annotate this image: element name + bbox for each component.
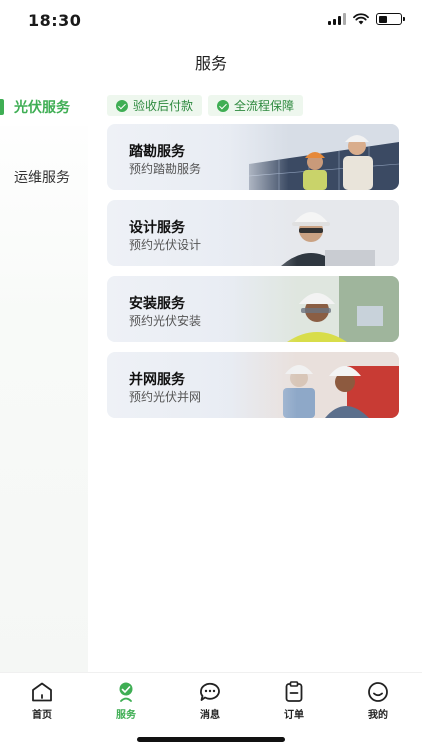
service-card-design[interactable]: 设计服务 预约光伏设计 bbox=[107, 200, 399, 266]
sidebar-item-label: 光伏服务 bbox=[14, 100, 70, 116]
tab-label: 消息 bbox=[200, 710, 220, 721]
card-title: 安装服务 bbox=[129, 296, 185, 312]
card-subtitle: 预约光伏安装 bbox=[129, 314, 202, 328]
category-sidebar: 光伏服务 运维服务 bbox=[0, 88, 88, 672]
tab-profile[interactable]: 我的 bbox=[348, 681, 408, 721]
card-title: 踏勘服务 bbox=[129, 144, 185, 160]
service-icon bbox=[119, 682, 133, 702]
service-card-installation[interactable]: 安装服务 预约光伏安装 bbox=[107, 276, 399, 342]
installer-safety-glasses-photo bbox=[229, 276, 399, 342]
sidebar-item-label: 运维服务 bbox=[14, 170, 70, 186]
cellular-signal-icon bbox=[328, 13, 346, 25]
battery-level bbox=[378, 15, 387, 23]
sidebar-item-pv-service[interactable]: 光伏服务 bbox=[0, 88, 88, 126]
tab-label: 我的 bbox=[368, 710, 388, 721]
check-circle-icon bbox=[116, 99, 128, 112]
grid-technicians-photo bbox=[229, 352, 399, 418]
engineers-solar-panels-photo bbox=[229, 124, 399, 190]
home-indicator bbox=[137, 737, 285, 742]
service-card-survey[interactable]: 踏勘服务 预约踏勘服务 bbox=[107, 124, 399, 190]
status-icons bbox=[328, 13, 405, 25]
order-icon bbox=[285, 681, 303, 702]
sidebar-item-om-service[interactable]: 运维服务 bbox=[0, 158, 88, 196]
tab-service[interactable]: 服务 bbox=[96, 681, 156, 721]
tab-home[interactable]: 首页 bbox=[12, 681, 72, 721]
card-subtitle: 预约踏勘服务 bbox=[129, 162, 202, 176]
home-icon bbox=[32, 682, 52, 702]
card-title: 并网服务 bbox=[129, 372, 185, 388]
service-card-list: 踏勘服务 预约踏勘服务 设计服务 预约光伏设计 安装服务 预约光伏安装 并网服务… bbox=[107, 124, 399, 428]
guarantee-badges: 验收后付款 全流程保障 bbox=[107, 95, 304, 116]
status-time: 18:30 bbox=[28, 11, 82, 30]
tab-orders[interactable]: 订单 bbox=[264, 681, 324, 721]
wifi-icon bbox=[353, 13, 369, 25]
badge-label: 验收后付款 bbox=[133, 99, 194, 113]
engineer-hardhat-laptop-photo bbox=[229, 200, 399, 266]
card-subtitle: 预约光伏并网 bbox=[129, 390, 202, 404]
tab-label: 服务 bbox=[116, 710, 136, 721]
status-bar: 18:30 bbox=[0, 0, 422, 44]
tab-messages[interactable]: 消息 bbox=[180, 681, 240, 721]
service-card-grid-connection[interactable]: 并网服务 预约光伏并网 bbox=[107, 352, 399, 418]
message-icon bbox=[200, 682, 220, 701]
card-title: 设计服务 bbox=[129, 220, 185, 236]
tab-label: 首页 bbox=[32, 710, 52, 721]
page-title: 服务 bbox=[194, 54, 227, 73]
badge-full-process-guarantee: 全流程保障 bbox=[208, 95, 304, 116]
tab-label: 订单 bbox=[284, 710, 304, 721]
badge-label: 全流程保障 bbox=[234, 99, 295, 113]
check-circle-icon bbox=[217, 99, 230, 112]
badge-pay-after-acceptance: 验收后付款 bbox=[107, 95, 203, 116]
profile-icon bbox=[368, 682, 388, 702]
battery-icon bbox=[376, 13, 405, 25]
card-subtitle: 预约光伏设计 bbox=[129, 238, 202, 252]
